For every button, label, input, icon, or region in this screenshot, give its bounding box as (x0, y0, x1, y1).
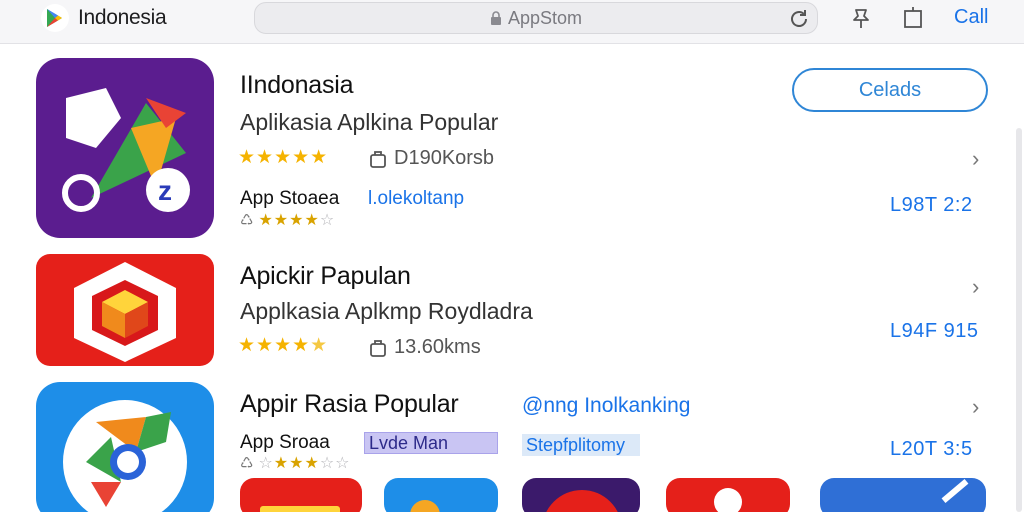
app-2-title[interactable]: Apickir Papulan (240, 262, 411, 291)
brand-name: Indonesia (78, 6, 167, 29)
get-button[interactable]: Celads (792, 68, 988, 112)
pin-icon[interactable] (848, 5, 874, 31)
url-bar[interactable]: AppStom (254, 2, 818, 34)
bottom-app-icon-5[interactable] (820, 478, 986, 512)
app-1-logo-icon: z (62, 88, 190, 212)
lock-icon (490, 11, 501, 25)
app-2-downloads: 13.60kms (368, 336, 481, 359)
app-2-downloads-text: 13.60kms (394, 336, 481, 358)
app-1-store: App Stoaea (240, 188, 340, 209)
reload-icon[interactable] (787, 7, 811, 31)
app-1-chevron-right-icon[interactable]: › (972, 146, 979, 172)
bottom-app-icon-1[interactable] (240, 478, 362, 512)
app-3-mini-stars-on: ★★★ (273, 455, 320, 472)
app-2-stars-on: ★★★★ (238, 335, 311, 356)
app-1-mini-rating: ♺ ★★★★ ☆ (240, 210, 335, 230)
url-text: AppStom (507, 7, 583, 28)
app-3-mini-stars-off: ☆☆ (319, 455, 351, 472)
app-2-logo-icon (74, 262, 176, 362)
app-3-price: L20T 3:5 (890, 438, 973, 460)
share-icon[interactable] (900, 5, 926, 31)
top-bar: Indonesia AppStom Call (0, 0, 1024, 44)
app-1-downloads: D190Korsb (368, 147, 494, 170)
app-3-developer-link[interactable]: @nng Inolkanking (522, 394, 690, 418)
app-3-tag-blue[interactable]: Stepfplitomy (522, 434, 640, 456)
app-1-title[interactable]: IIndonasia (240, 71, 354, 100)
app-2-rating: ★★★★★ (238, 334, 328, 357)
app-3-logo-icon (63, 400, 187, 512)
user-icon: ♺ (240, 212, 255, 229)
user-icon: ♺ (240, 455, 255, 472)
app-3-store: App Sroaa (240, 432, 330, 453)
app-3-icon[interactable] (36, 382, 214, 512)
brand[interactable]: Indonesia (40, 4, 167, 32)
app-1-mini-stars-on: ★★★★ (258, 212, 320, 229)
download-box-icon (370, 339, 386, 357)
app-1-developer-link[interactable]: l.olekoltanp (368, 188, 464, 210)
bottom-app-icon-3[interactable] (522, 478, 640, 512)
app-2-stars-half: ★ (310, 335, 329, 356)
app-3-chevron-right-icon[interactable]: › (972, 394, 979, 420)
app-1-price: L98T 2:2 (890, 194, 973, 216)
app-1-subtitle: Aplikasia Aplkina Popular (240, 109, 499, 135)
app-3-title[interactable]: Appir Rasia Popular (240, 390, 459, 419)
app-1-icon[interactable]: z (36, 58, 214, 238)
svg-text:z: z (158, 175, 172, 206)
bottom-app-icon-4[interactable] (666, 478, 790, 512)
app-3-tag-purple[interactable]: Lvde Man (364, 432, 498, 454)
google-play-logo-icon (41, 4, 69, 32)
app-2-subtitle: Applkasia Aplkmp Roydladra (240, 298, 533, 324)
bottom-app-icon-2[interactable] (384, 478, 498, 512)
app-2-price: L94F 915 (890, 320, 979, 342)
call-link[interactable]: Call (954, 6, 988, 29)
app-2-icon[interactable] (36, 254, 214, 366)
download-box-icon (370, 150, 386, 168)
app-1-mini-stars-off: ☆ (319, 212, 336, 229)
app-2-chevron-right-icon[interactable]: › (972, 274, 979, 300)
app-1-rating: ★★★★★ (238, 147, 329, 168)
app-3-mini-rating: ♺ ☆ ★★★ ☆☆ (240, 455, 351, 472)
app-1-downloads-text: D190Korsb (394, 147, 495, 169)
scrollbar[interactable] (1016, 128, 1022, 512)
